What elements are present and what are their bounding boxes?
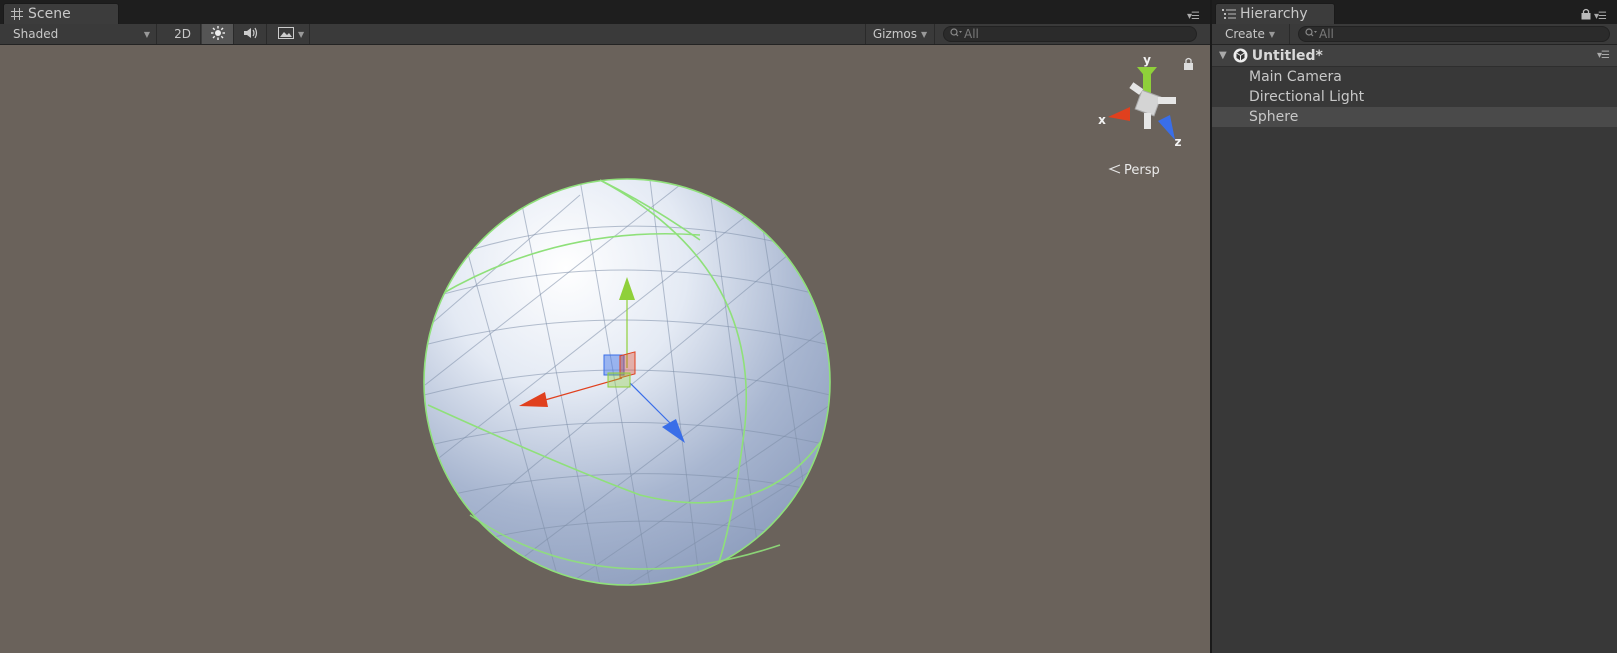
- hierarchy-search-input[interactable]: All: [1298, 26, 1610, 42]
- grid-icon: [10, 7, 24, 21]
- gizmo-neg-y-stub: [1144, 113, 1151, 129]
- create-dropdown[interactable]: Create ▼: [1212, 24, 1290, 44]
- gizmo-z-cone-icon[interactable]: [1158, 115, 1175, 140]
- chevron-down-icon: ▼: [298, 29, 305, 39]
- gizmos-label: Gizmos: [872, 27, 918, 41]
- hierarchy-item-sphere[interactable]: Sphere: [1212, 107, 1617, 127]
- shading-mode-label: Shaded: [13, 27, 59, 41]
- scene-row-menu-icon[interactable]: ▾☰: [1597, 50, 1610, 61]
- xz-plane-handle[interactable]: [607, 372, 631, 388]
- hierarchy-lock-icon[interactable]: [1581, 8, 1591, 23]
- chevron-down-icon: ▼: [1268, 29, 1276, 39]
- panel-menu-icon[interactable]: ▾☰: [1187, 11, 1200, 22]
- hierarchy-panel-menu-icon[interactable]: ▾☰: [1594, 11, 1607, 22]
- persp-arrow-icon: [1108, 164, 1121, 174]
- gizmo-y-label: y: [1143, 53, 1151, 67]
- scene-search-placeholder: All: [964, 27, 979, 41]
- orientation-gizmo[interactable]: y x z: [1098, 53, 1181, 149]
- lighting-toggle-button[interactable]: [202, 24, 234, 44]
- chevron-down-icon: ▼: [143, 29, 150, 39]
- tab-hierarchy[interactable]: Hierarchy: [1215, 3, 1335, 24]
- gizmo-x-cone-icon[interactable]: [1108, 107, 1130, 121]
- 2d-toggle-button[interactable]: 2D: [165, 24, 201, 44]
- scene-root-row[interactable]: ▼ Untitled* ▾☰: [1212, 45, 1617, 67]
- gizmo-z-label: z: [1175, 135, 1182, 149]
- tab-scene[interactable]: Scene: [3, 3, 119, 24]
- scene-viewport[interactable]: y x z Persp: [0, 45, 1210, 653]
- hierarchy-item-label: Main Camera: [1249, 69, 1342, 85]
- projection-label: Persp: [1124, 163, 1160, 178]
- scene-search-input[interactable]: All: [943, 26, 1197, 42]
- image-icon: [278, 26, 294, 42]
- create-label: Create: [1225, 27, 1265, 41]
- gizmo-neg-x-stub: [1158, 97, 1176, 104]
- hierarchy-item-label: Sphere: [1249, 109, 1299, 125]
- audio-toggle-button[interactable]: [235, 24, 267, 44]
- list-icon: [1222, 8, 1236, 20]
- scene-view-canvas[interactable]: y x z Persp: [0, 45, 1210, 653]
- hierarchy-panel: Hierarchy ▾☰ Create ▼ All ▼ Untitled* ▾☰…: [1212, 0, 1617, 653]
- hierarchy-item-main-camera[interactable]: Main Camera: [1212, 67, 1617, 87]
- chevron-down-icon: ▼: [921, 29, 928, 39]
- expand-triangle-icon[interactable]: ▼: [1219, 50, 1227, 61]
- shading-mode-dropdown[interactable]: Shaded ▼: [0, 24, 157, 44]
- sun-icon: [210, 25, 226, 44]
- search-icon: [950, 27, 962, 41]
- speaker-icon: [242, 26, 260, 43]
- hierarchy-item-directional-light[interactable]: Directional Light: [1212, 87, 1617, 107]
- tab-scene-label: Scene: [28, 6, 71, 22]
- scene-tabbar: Scene ▾☰: [0, 0, 1210, 24]
- effects-dropdown[interactable]: ▼: [268, 24, 310, 44]
- scene-toolbar: Shaded ▼ 2D ▼ Gizmos ▼ All: [0, 24, 1210, 45]
- scene-title: Untitled*: [1251, 47, 1323, 64]
- hierarchy-toolbar: Create ▼ All: [1212, 24, 1617, 45]
- gizmo-x-label: x: [1098, 113, 1106, 127]
- search-icon: [1305, 27, 1317, 41]
- scene-panel: Scene ▾☰ Shaded ▼ 2D ▼ Gizmos ▼ All y x …: [0, 0, 1210, 653]
- gizmos-dropdown[interactable]: Gizmos ▼: [865, 24, 935, 44]
- projection-toggle[interactable]: Persp: [1108, 163, 1160, 178]
- hierarchy-tabbar: Hierarchy ▾☰: [1212, 0, 1617, 24]
- hierarchy-item-label: Directional Light: [1249, 89, 1365, 105]
- unity-logo-icon: [1233, 48, 1248, 63]
- lock-icon[interactable]: [1184, 57, 1193, 71]
- 2d-toggle-label: 2D: [174, 27, 191, 41]
- hierarchy-search-placeholder: All: [1319, 27, 1334, 41]
- tab-hierarchy-label: Hierarchy: [1240, 6, 1308, 22]
